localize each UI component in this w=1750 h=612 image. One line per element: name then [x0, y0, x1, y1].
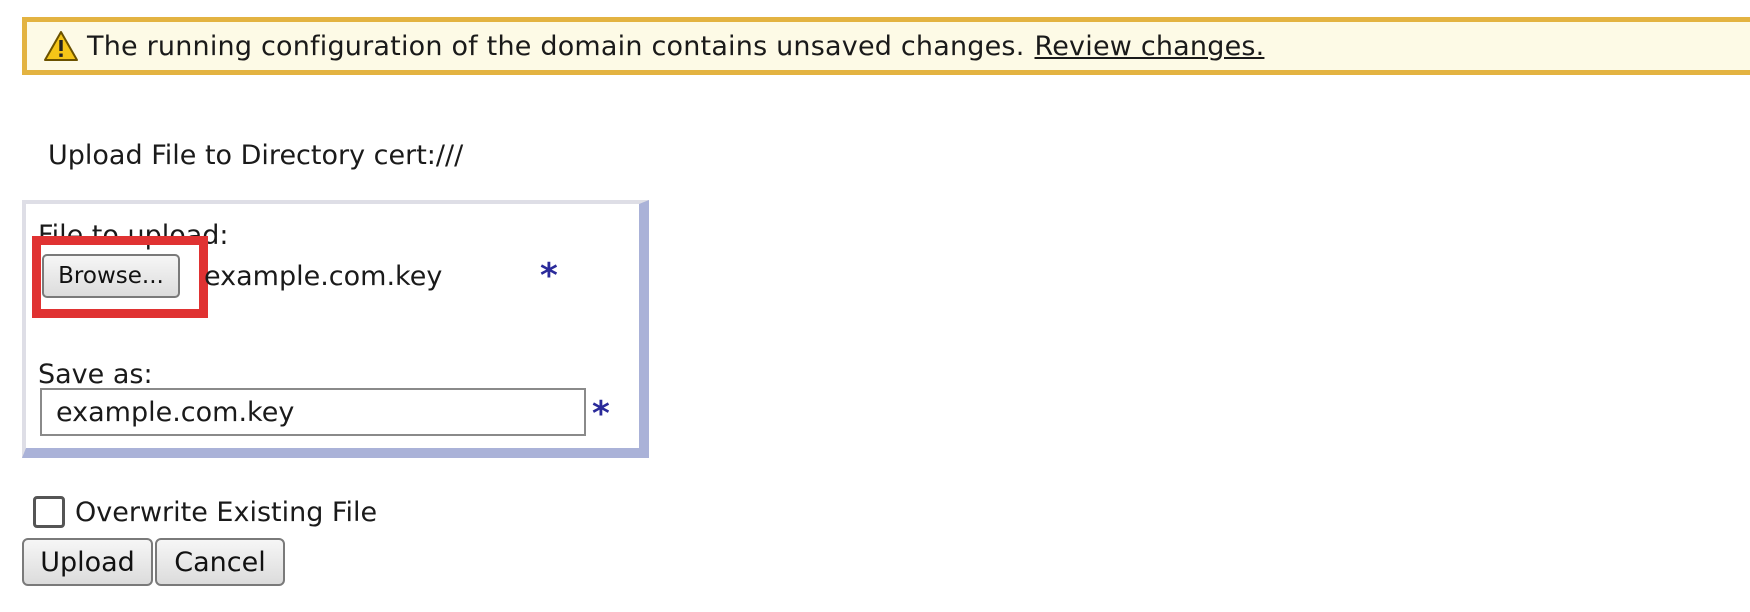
- browse-button[interactable]: Browse...: [42, 254, 180, 298]
- save-as-label: Save as:: [38, 359, 153, 390]
- save-as-required-marker: *: [592, 394, 610, 434]
- upload-directory-title: Upload File to Directory cert:///: [48, 140, 464, 171]
- overwrite-checkbox[interactable]: [33, 496, 65, 528]
- cancel-button[interactable]: Cancel: [155, 538, 285, 586]
- review-changes-link[interactable]: Review changes.: [1035, 31, 1265, 62]
- file-to-upload-label: File to upload:: [38, 220, 229, 251]
- upload-form-panel: File to upload: Browse... example.com.ke…: [22, 200, 649, 458]
- unsaved-changes-banner: The running configuration of the domain …: [22, 17, 1750, 75]
- upload-button[interactable]: Upload: [22, 538, 153, 586]
- overwrite-label: Overwrite Existing File: [75, 496, 378, 528]
- save-as-input[interactable]: [40, 388, 586, 436]
- selected-file-name: example.com.key: [204, 261, 443, 292]
- overwrite-existing-file-option[interactable]: Overwrite Existing File: [33, 496, 377, 528]
- warning-triangle-icon: [44, 31, 78, 61]
- banner-message: The running configuration of the domain …: [87, 30, 1025, 62]
- file-required-marker: *: [540, 256, 558, 296]
- upload-file-page: The running configuration of the domain …: [0, 0, 1750, 612]
